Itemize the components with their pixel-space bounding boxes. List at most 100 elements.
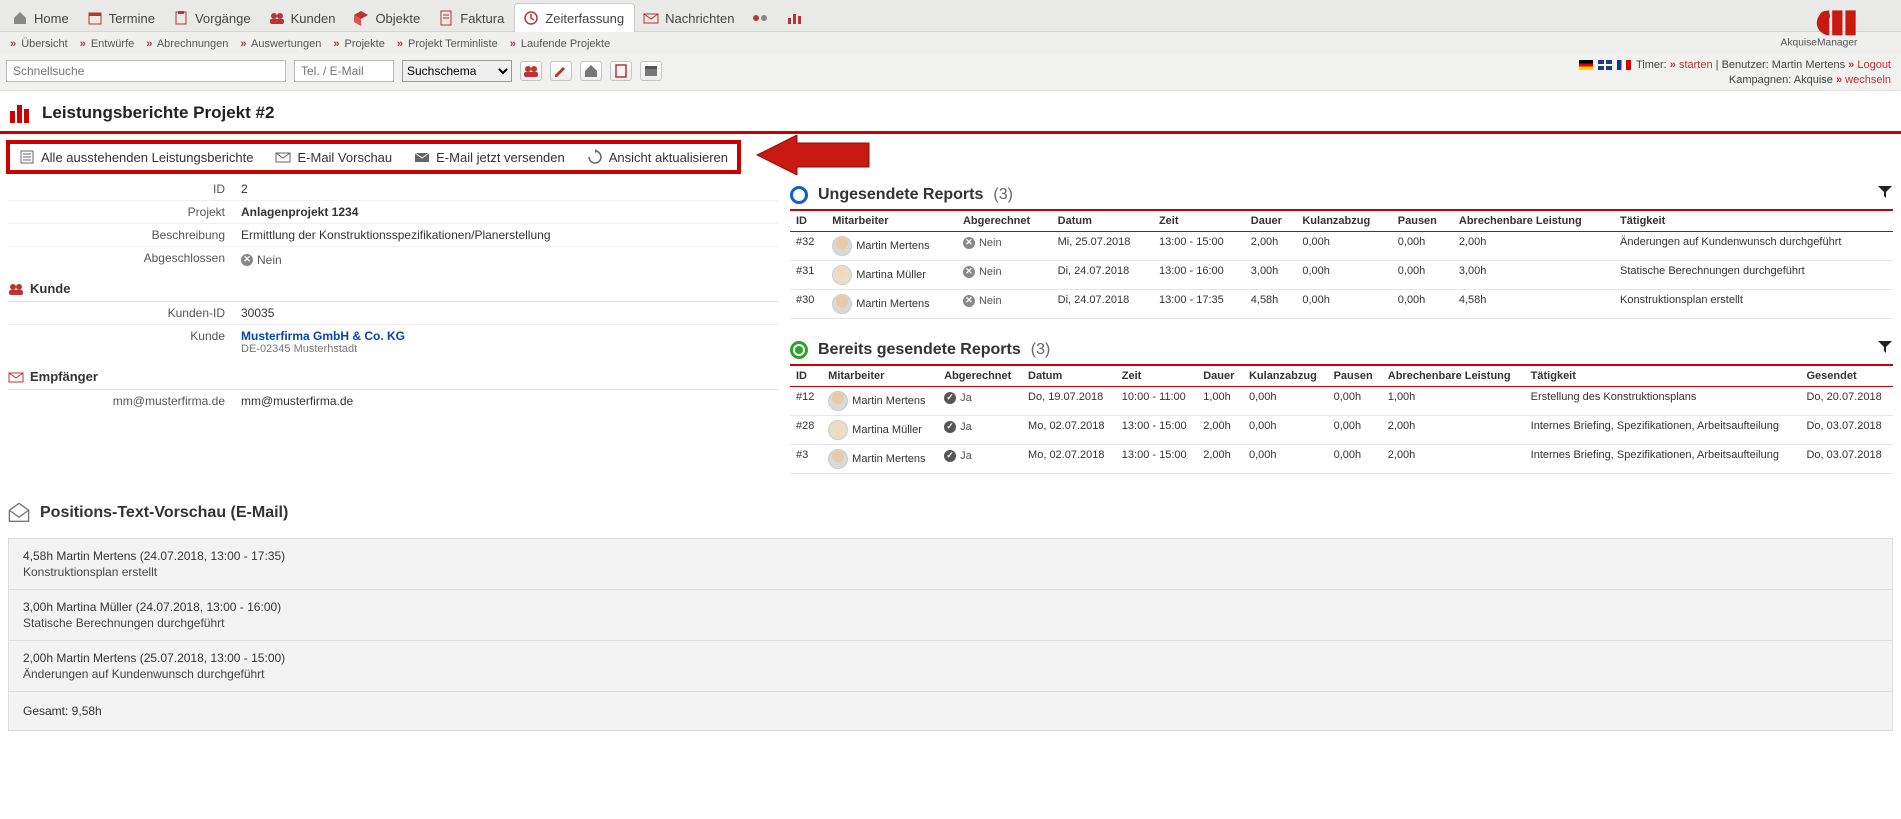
col-header: Datum [1052,211,1153,232]
sub-nav: » Übersicht» Entwürfe» Abrechnungen» Aus… [0,32,1901,54]
toolbar-doc-icon[interactable] [610,61,632,81]
preview-total: Gesamt: 9,58h [9,692,1892,730]
preview-line: 4,58h Martin Mertens (24.07.2018, 13:00 … [9,539,1892,565]
action-email-send[interactable]: E-Mail jetzt versenden [414,149,565,165]
col-header: Gesendet [1800,366,1893,387]
id-label: ID [8,178,233,200]
nav-tab-faktura[interactable]: Faktura [430,4,514,32]
action-refresh[interactable]: Ansicht aktualisieren [587,149,728,165]
id-value: 2 [233,178,778,200]
invoice-icon [438,10,454,26]
subnav-abrechnungen[interactable]: Abrechnungen [157,38,229,50]
col-header: Pausen [1328,366,1382,387]
chart-icon [786,10,802,26]
toolbar-archive-icon[interactable] [640,61,662,81]
campaign-switch-link[interactable]: wechseln [1845,74,1891,86]
cube-icon [353,10,369,26]
table-row[interactable]: #30Martin Mertens✕NeinDi, 24.07.201813:0… [790,290,1893,319]
home-icon [12,10,28,26]
radio-green-icon [790,341,808,359]
calendar-icon [87,10,103,26]
empf-value: mm@musterfirma.de [233,390,778,412]
avatar [828,391,848,411]
col-header: Kulanzabzug [1296,211,1391,232]
toolbar-users-icon[interactable] [520,61,542,81]
flag-fr-icon[interactable] [1617,60,1631,70]
desc-label: Beschreibung [8,224,233,246]
filter-icon[interactable] [1877,339,1893,360]
table-row[interactable]: #32Martin Mertens✕NeinMi, 25.07.201813:0… [790,232,1893,261]
preview-sub: Konstruktionsplan erstellt [9,565,1892,590]
action-email-preview[interactable]: E-Mail Vorschau [275,149,392,165]
table-row[interactable]: #31Martina Müller✕NeinDi, 24.07.201813:0… [790,261,1893,290]
users-icon [269,10,285,26]
subnav-projekt terminliste[interactable]: Projekt Terminliste [408,38,498,50]
col-header: Tätigkeit [1614,211,1893,232]
unsent-reports-header: Ungesendete Reports (3) [790,178,1893,211]
toolbar-home-icon[interactable] [580,61,602,81]
col-header: ID [790,366,822,387]
desc-value: Ermittlung der Konstruktionsspezifikatio… [233,224,778,246]
table-row[interactable]: #28Martina Müller✓JaMo, 02.07.201813:00 … [790,416,1893,445]
subnav-übersicht[interactable]: Übersicht [21,38,67,50]
flag-de-icon[interactable] [1579,60,1593,70]
col-header: Mitarbeiter [822,366,938,387]
subnav-projekte[interactable]: Projekte [345,38,385,50]
col-header: Abrechenbare Leistung [1453,211,1614,232]
avatar [832,265,852,285]
subnav-auswertungen[interactable]: Auswertungen [251,38,321,50]
users-icon [8,281,24,297]
nav-tab-zeiterfassung[interactable]: Zeiterfassung [514,3,635,32]
timer-start-link[interactable]: starten [1679,59,1713,71]
mail-preview-icon [275,149,291,165]
tel-email-input[interactable] [294,60,394,82]
toolbar-edit-icon[interactable] [550,61,572,81]
kunde-value[interactable]: Musterfirma GmbH & Co. KGDE-02345 Muster… [233,325,778,359]
mail-icon [643,10,659,26]
mail-icon [8,369,24,385]
x-icon: ✕ [241,254,253,266]
preview-sub: Änderungen auf Kundenwunsch durchgeführt [9,667,1892,692]
search-schema-select[interactable]: Suchschema [402,60,512,82]
preview-sub: Statische Berechnungen durchgeführt [9,616,1892,641]
nav-tab-objekte[interactable]: Objekte [345,4,430,32]
subnav-entwürfe[interactable]: Entwürfe [91,38,134,50]
user-label: Benutzer: Martin Mertens [1722,59,1846,71]
logout-link[interactable]: Logout [1857,59,1891,71]
nav-tab-kunden[interactable]: Kunden [261,4,346,32]
col-header: Abgerechnet [938,366,1022,387]
radio-blue-icon [790,186,808,204]
avatar [832,236,852,256]
empf-key: mm@musterfirma.de [8,390,233,412]
kunden-id-value: 30035 [233,302,778,324]
nav-tab-termine[interactable]: Termine [79,4,165,32]
done-value: ✕Nein [233,247,778,271]
nav-tab-dot[interactable] [744,4,778,32]
callout-arrow-icon [751,135,871,178]
sent-reports-table: IDMitarbeiterAbgerechnetDatumZeitDauerKu… [790,366,1893,474]
nav-tab-home[interactable]: Home [4,4,79,32]
preview-line: 2,00h Martin Mertens (25.07.2018, 13:00 … [9,641,1892,667]
kunden-id-label: Kunden-ID [8,302,233,324]
action-all-pending[interactable]: Alle ausstehenden Leistungsberichte [19,149,253,165]
flag-uk-icon[interactable] [1598,60,1612,70]
top-nav: HomeTermineVorgängeKundenObjekteFakturaZ… [0,0,1901,32]
brand-logo: AkquiseManager [1753,0,1891,50]
table-row[interactable]: #12Martin Mertens✓JaDo, 19.07.201810:00 … [790,387,1893,416]
preview-box: 4,58h Martin Mertens (24.07.2018, 13:00 … [8,538,1893,731]
col-header: Zeit [1153,211,1245,232]
filter-icon[interactable] [1877,184,1893,205]
avatar [828,420,848,440]
table-row[interactable]: #3Martin Mertens✓JaMo, 02.07.201813:00 -… [790,445,1893,474]
sent-reports-header: Bereits gesendete Reports (3) [790,333,1893,366]
avatar [828,449,848,469]
col-header: Datum [1022,366,1116,387]
subnav-laufende projekte[interactable]: Laufende Projekte [521,38,610,50]
nav-tab-vorgänge[interactable]: Vorgänge [165,4,261,32]
svg-text:AkquiseManager: AkquiseManager [1781,38,1859,49]
clock-icon [523,10,539,26]
quick-search-input[interactable] [6,60,286,82]
nav-tab-nachrichten[interactable]: Nachrichten [635,4,744,32]
kunde-label: Kunde [8,325,233,359]
nav-tab-chart[interactable] [778,4,812,32]
